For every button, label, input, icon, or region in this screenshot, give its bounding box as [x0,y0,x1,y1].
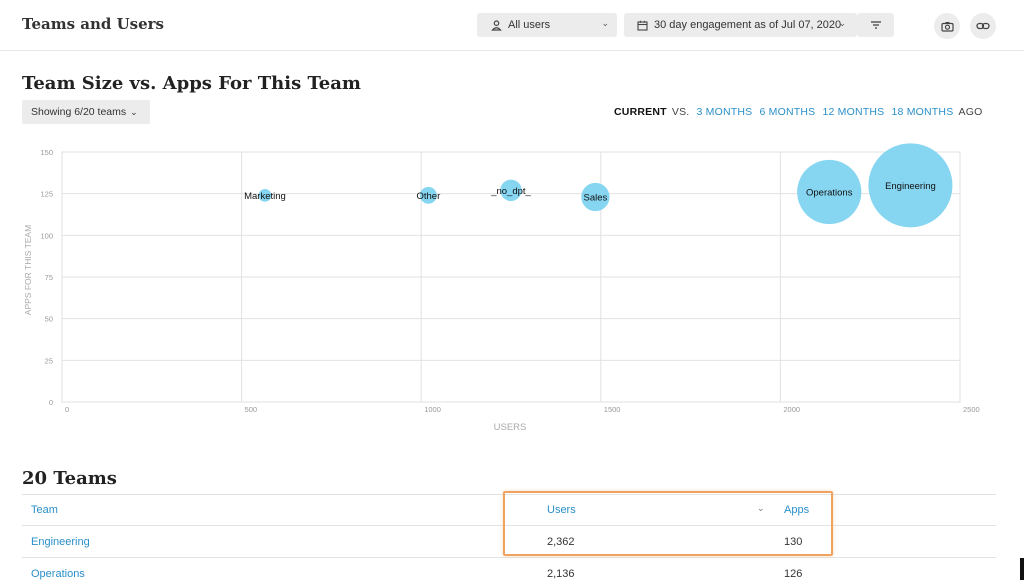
highlight-box [503,491,833,556]
column-header-team[interactable]: Team [31,504,58,516]
compare-18-months[interactable]: 18 MONTHS [892,106,954,118]
share-link-button[interactable] [970,13,996,39]
x-tick-label: 500 [245,405,258,414]
cell-users: 2,136 [547,568,575,580]
compare-12-months[interactable]: 12 MONTHS [822,106,884,118]
bubble-label: Engineering [885,181,936,192]
edge-marker [1020,558,1024,580]
table-divider [22,557,996,558]
y-tick-label: 100 [40,231,53,240]
x-tick-label: 1000 [424,405,441,414]
y-tick-label: 25 [45,356,53,365]
y-tick-label: 75 [45,273,53,282]
y-tick-label: 150 [40,148,53,157]
x-tick-label: 0 [65,405,69,414]
y-tick-label: 0 [49,398,53,407]
x-tick-label: 1500 [604,405,621,414]
bubble-label: Marketing [244,191,286,202]
teams-shown-dropdown[interactable]: Showing 6/20 teams ⌄ [22,100,150,124]
compare-3-months[interactable]: 3 MONTHS [697,106,753,118]
compare-current[interactable]: CURRENT [614,106,667,118]
chart-bubbles: Marketing Other _no_dpt_ Sales Operations Eng… [244,143,953,228]
date-filter-label: 30 day engagement as of Jul 07, 2020 [654,19,842,31]
compare-ago: AGO [958,106,983,118]
x-tick-label: 2500 [963,405,980,414]
teams-shown-label: Showing 6/20 teams [31,106,127,118]
user-filter-label: All users [508,19,551,31]
team-link-operations[interactable]: Operations [31,568,85,580]
x-tick-label: 2000 [783,405,800,414]
table-title: 20 Teams [22,468,117,489]
link-icon [976,21,990,31]
chevron-down-icon: ⌄ [130,106,138,117]
top-bar: Teams and Users All users ⌄ 30 day engag… [0,0,1024,51]
filter-button[interactable] [857,13,894,37]
bubble-label: Operations [806,188,853,199]
camera-icon [940,21,954,32]
chart-title: Team Size vs. Apps For This Team [22,73,361,94]
chevron-down-icon: ⌄ [601,18,609,28]
compare-vs: VS. [671,106,690,118]
screenshot-button[interactable] [934,13,960,39]
chevron-down-icon: ⌄ [838,18,846,28]
y-axis-label: APPS FOR THIS TEAM [23,225,33,315]
filter-icon [870,20,882,30]
y-tick-label: 50 [45,315,53,324]
bubble-label: Other [417,191,441,202]
bubble-label: _no_dpt_ [490,186,531,197]
compare-6-months[interactable]: 6 MONTHS [760,106,816,118]
x-axis-label: USERS [494,422,527,433]
user-filter-dropdown[interactable]: All users ⌄ [477,13,617,37]
y-tick-label: 125 [40,190,53,199]
bubble-label: Sales [584,193,608,204]
cell-apps: 126 [784,568,803,580]
compare-period-selector: CURRENT VS. 3 MONTHS 6 MONTHS 12 MONTHS … [614,106,983,118]
calendar-icon [637,20,648,31]
bubble-chart: 0 500 1000 1500 2000 2500 0 25 50 75 100 125 150 USE… [23,143,980,433]
page-title: Teams and Users [22,15,164,33]
date-filter-dropdown[interactable]: 30 day engagement as of Jul 07, 2020 ⌄ [624,13,857,37]
team-link-engineering[interactable]: Engineering [31,536,90,548]
person-icon [491,19,502,31]
